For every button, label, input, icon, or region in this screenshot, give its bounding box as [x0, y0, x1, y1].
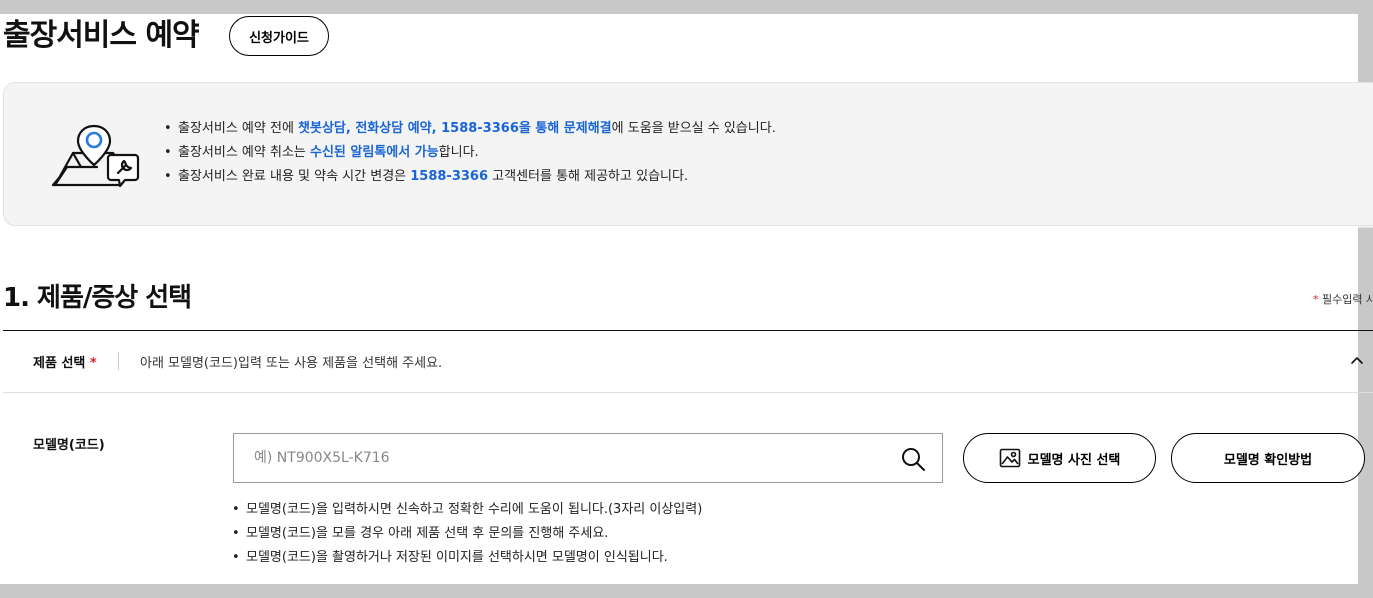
notice-text: 출장서비스 예약 취소는 — [178, 145, 310, 160]
image-icon — [999, 448, 1020, 468]
notice-item: 출장서비스 예약 취소는 수신된 알림톡에서 가능합니다. — [164, 141, 776, 165]
model-check-method-button[interactable]: 모델명 확인방법 — [1171, 433, 1365, 483]
model-search-box — [233, 433, 943, 483]
help-item: 모델명(코드)을 입력하시면 신속하고 정확한 수리에 도움이 됩니다.(3자리… — [232, 498, 702, 522]
row-divider — [3, 392, 1373, 393]
required-star: * — [89, 356, 97, 371]
notice-text: 출장서비스 완료 내용 및 약속 시간 변경은 — [178, 169, 411, 184]
section-title: 1. 제품/증상 선택 — [3, 283, 192, 313]
notice-item: 출장서비스 예약 전에 챗봇상담, 전화상담 예약, 1588-3366을 통해… — [164, 117, 776, 141]
required-note: * 필수입력 사 — [1313, 291, 1373, 307]
model-help-list: 모델명(코드)을 입력하시면 신속하고 정확한 수리에 도움이 됩니다.(3자리… — [232, 498, 702, 570]
page-title: 출장서비스 예약 — [3, 18, 200, 53]
notice-text: 합니다. — [438, 145, 479, 160]
notice-highlight: 1588-3366 — [410, 169, 489, 184]
notice-list: 출장서비스 예약 전에 챗봇상담, 전화상담 예약, 1588-3366을 통해… — [164, 117, 776, 189]
notice-text: 고객센터를 통해 제공하고 있습니다. — [488, 169, 689, 184]
section-divider — [3, 330, 1373, 331]
search-icon[interactable] — [900, 446, 926, 472]
product-select-label: 제품 선택 * — [33, 352, 97, 371]
model-code-input[interactable] — [234, 434, 874, 482]
application-guide-button[interactable]: 신청가이드 — [229, 16, 329, 56]
required-star: * — [1313, 293, 1319, 306]
notice-text: 출장서비스 예약 전에 — [178, 121, 299, 136]
model-code-label: 모델명(코드) — [33, 438, 105, 453]
vertical-divider — [118, 352, 119, 370]
notice-item: 출장서비스 완료 내용 및 약속 시간 변경은 1588-3366 고객센터를 … — [164, 165, 776, 189]
help-item: 모델명(코드)을 모를 경우 아래 제품 선택 후 문의를 진행해 주세요. — [232, 522, 702, 546]
model-photo-select-button[interactable]: 모델명 사진 선택 — [963, 433, 1156, 483]
chevron-up-icon[interactable] — [1349, 353, 1365, 367]
product-select-label-text: 제품 선택 — [33, 356, 86, 371]
notice-text: 에 도움을 받으실 수 있습니다. — [611, 121, 776, 136]
map-pin-repair-icon — [51, 124, 140, 188]
notice-highlight: 챗봇상담, 전화상담 예약, 1588-3366을 통해 문제해결 — [298, 121, 612, 136]
product-select-description: 아래 모델명(코드)입력 또는 사용 제품을 선택해 주세요. — [140, 356, 443, 371]
notice-highlight: 수신된 알림톡에서 가능 — [310, 145, 439, 160]
required-text: 필수입력 사 — [1322, 293, 1373, 306]
help-item: 모델명(코드)을 촬영하거나 저장된 이미지를 선택하시면 모델명이 인식됩니다… — [232, 546, 702, 570]
notice-box: 출장서비스 예약 전에 챗봇상담, 전화상담 예약, 1588-3366을 통해… — [3, 82, 1373, 226]
model-photo-select-label: 모델명 사진 선택 — [1027, 452, 1121, 468]
